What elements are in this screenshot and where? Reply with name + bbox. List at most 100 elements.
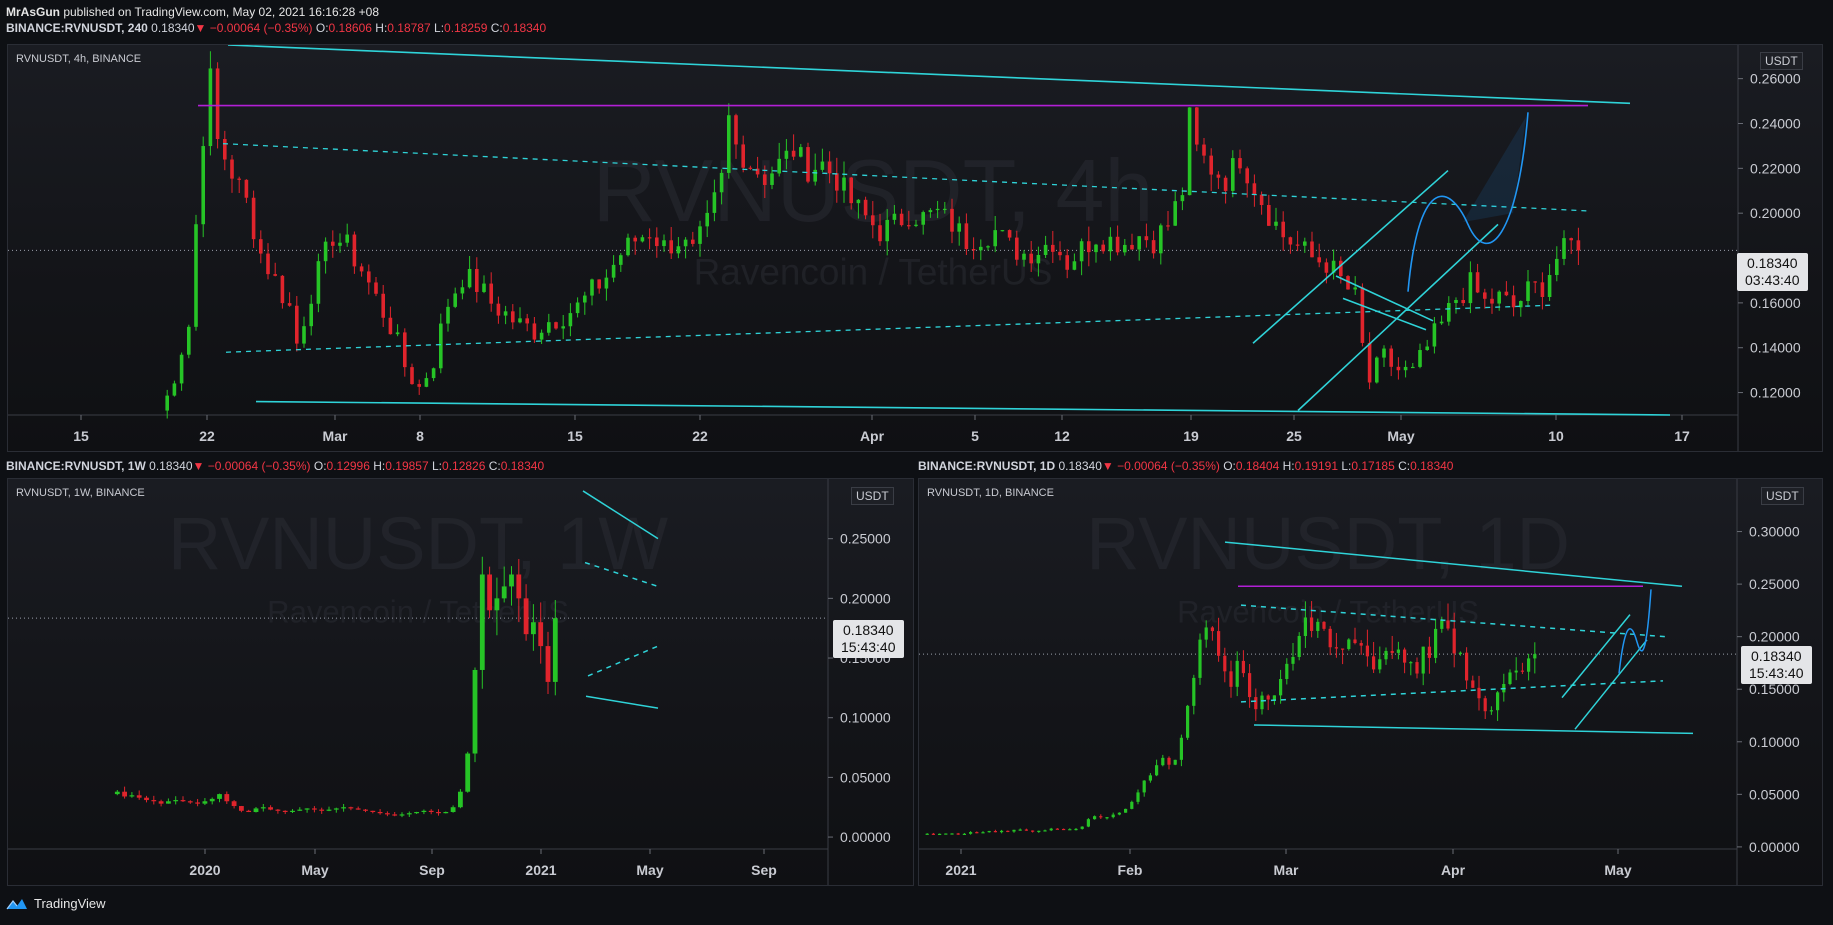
candle-down (878, 225, 882, 242)
candle-down (1029, 253, 1033, 264)
candle-down (691, 239, 695, 244)
price-tick-label: 0.20000 (840, 590, 891, 606)
candle-down (352, 234, 357, 267)
candle-down (1254, 697, 1258, 710)
candle-up (944, 833, 948, 835)
daily-chart-svg[interactable]: RVNUSDT, 1D Ravencoin / TetherUS 0.00000 0.… (919, 479, 1822, 885)
time-tick-label: 2020 (189, 862, 220, 878)
open-label: O: (315, 21, 329, 35)
candle-up (338, 242, 342, 246)
watermark-name: Ravencoin / TetherUS (1177, 594, 1479, 629)
candle-up (1136, 792, 1140, 802)
time-tick-label: 8 (416, 428, 424, 444)
main-chart-label: RVNUSDT, 4h, BINANCE (16, 53, 142, 65)
candle-up (1192, 677, 1196, 706)
candle-down (849, 177, 853, 204)
down-triangle-icon: ▼ (1101, 459, 1114, 473)
candle-down (1267, 205, 1271, 226)
candle-up (460, 287, 465, 294)
watermark-symbol: RVNUSDT, 1D (1086, 502, 1570, 585)
channel-bottom-dashed-line (587, 645, 659, 677)
candle-up (981, 832, 985, 834)
candle-up (969, 832, 973, 834)
candle-up (943, 208, 947, 211)
candle-up (1260, 695, 1264, 710)
main-chart-svg[interactable]: RVNUSDT, 4hRavencoin / TetherUS0.120000.… (8, 45, 1822, 451)
down-triangle-icon: ▼ (192, 459, 205, 473)
last-price: 0.18340 (151, 21, 195, 35)
candle-down (377, 812, 383, 814)
open-value: 0.18606 (328, 21, 372, 35)
candle-up (1155, 765, 1159, 776)
candle-down (1396, 366, 1401, 371)
candle-up (719, 172, 724, 193)
watermark-symbol: RVNUSDT, 1W (168, 502, 668, 585)
projection-curve (1618, 589, 1652, 674)
candle-down (1259, 194, 1264, 206)
candle-up (1036, 254, 1041, 264)
candle-down (1151, 240, 1156, 254)
price-tick-label: 0.00000 (1749, 839, 1800, 855)
weekly-chart-svg[interactable]: RVNUSDT, 1W Ravencoin / TetherUS 0.00000 0.… (8, 479, 913, 885)
candle-down (363, 809, 368, 811)
candle-up (1547, 275, 1552, 298)
high-label: H: (375, 21, 388, 35)
candle-up (568, 313, 573, 327)
candle-up (1303, 617, 1307, 637)
time-tick-label: Apr (860, 428, 885, 444)
candle-down (1166, 225, 1170, 227)
candle-up (662, 240, 666, 247)
candle-up (479, 574, 485, 670)
weekly-chart-panel[interactable]: RVNUSDT, 1W Ravencoin / TetherUS 0.00000 0.… (7, 478, 914, 886)
price-unit-label[interactable]: USDT (1760, 52, 1803, 70)
candle-down (538, 622, 544, 647)
candle-up (1198, 639, 1202, 678)
candle-up (1432, 323, 1437, 347)
candle-down (266, 253, 270, 275)
symbol-name[interactable]: BINANCE:RVNUSDT, 1D (918, 459, 1055, 473)
open-value: 0.12996 (326, 459, 370, 473)
candle-up (1080, 826, 1084, 829)
ascending-channel-lower (1297, 223, 1499, 412)
candle-down (827, 161, 832, 174)
candle-up (957, 223, 961, 232)
candle-down (496, 303, 501, 316)
candle-down (1310, 241, 1314, 258)
price-unit-label[interactable]: USDT (851, 487, 894, 505)
time-tick-label: May (301, 862, 328, 878)
descending-resistance-line (227, 45, 1631, 105)
main-chart-panel[interactable]: RVNUSDT, 4h Ravencoin / TetherUS 0.12000 0.… (7, 44, 1823, 452)
support-line (1253, 724, 1694, 735)
candle-up (1375, 357, 1379, 383)
candle-down (487, 574, 492, 611)
candle-down (381, 293, 385, 318)
candle-down (647, 237, 652, 239)
time-tick-label: May (1387, 428, 1414, 444)
candle-down (287, 303, 292, 306)
candle-up (453, 293, 457, 307)
time-tick-label: May (1604, 862, 1631, 878)
daily-chart-panel[interactable]: RVNUSDT, 1D Ravencoin / TetherUS 0.00000 0.… (918, 478, 1823, 886)
candle-up (1279, 678, 1283, 696)
tradingview-footer[interactable]: TradingView (6, 896, 106, 911)
close-value: 0.18340 (500, 459, 545, 473)
high-value: 0.19191 (1294, 459, 1338, 473)
time-tick-label: 5 (971, 428, 979, 444)
channel-bottom-dashed-line (225, 304, 1555, 353)
candle-up (326, 809, 332, 811)
price-unit-label[interactable]: USDT (1761, 487, 1804, 505)
author-name[interactable]: MrAsGun (6, 5, 60, 19)
watermark-name: Ravencoin / TetherUS (267, 594, 569, 629)
candle-down (1324, 262, 1329, 273)
symbol-name[interactable]: BINANCE:RVNUSDT, 240 (6, 21, 148, 35)
candle-up (1043, 830, 1047, 832)
candle-down (367, 271, 371, 283)
candle-down (187, 801, 193, 803)
candle-up (450, 807, 456, 812)
symbol-name[interactable]: BINANCE:RVNUSDT, 1W (6, 459, 146, 473)
candle-down (1471, 680, 1475, 688)
candle-down (1520, 670, 1524, 672)
candle-up (1137, 236, 1141, 250)
candle-up (1555, 258, 1559, 276)
candle-up (1514, 670, 1518, 673)
